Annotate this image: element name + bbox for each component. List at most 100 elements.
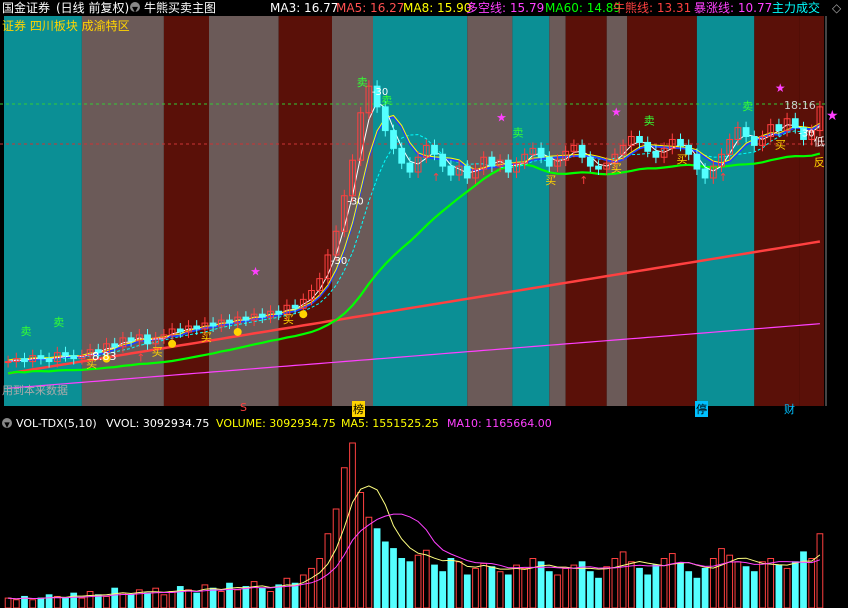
background-band — [467, 16, 513, 406]
candle-body — [176, 328, 184, 333]
candle-body — [791, 118, 799, 129]
candle-body — [652, 150, 660, 158]
volume-bar — [537, 561, 545, 608]
candle-body — [750, 136, 758, 146]
volume-bar — [586, 571, 594, 608]
candle-body — [4, 361, 12, 364]
volume-bar — [554, 574, 561, 608]
volume-chart[interactable] — [0, 432, 848, 608]
candle-body — [439, 153, 447, 167]
volume-bar — [783, 567, 791, 608]
volume-bar — [111, 587, 119, 608]
volume-bar — [431, 564, 438, 608]
candle-body — [693, 153, 701, 170]
background-band — [606, 16, 628, 406]
period-label[interactable]: (日线 前复权) — [56, 1, 129, 15]
candle-body — [398, 147, 406, 164]
volume-bar — [226, 582, 233, 608]
candle-body — [381, 106, 389, 132]
volume-bar — [701, 567, 709, 608]
background-band — [4, 16, 82, 406]
volume-bar — [636, 567, 643, 608]
zhuli-value: 主力成交 — [772, 1, 821, 15]
volume-bar — [119, 592, 127, 608]
candle-body — [504, 159, 512, 173]
volume-bar — [611, 558, 619, 608]
ma8-value: MA8: 15.90 — [403, 1, 472, 15]
candle-body — [701, 168, 709, 179]
volume-bar — [644, 574, 652, 608]
niuxiong-value: 牛熊线: 13.31 — [613, 1, 692, 15]
volume-bar — [201, 584, 209, 608]
sell-signal: 卖 — [513, 127, 524, 140]
event-marker-s[interactable]: S — [240, 401, 247, 414]
volume-bar — [504, 574, 512, 608]
star-icon: ★ — [250, 265, 261, 279]
event-marker-bang[interactable]: 榜 — [352, 401, 365, 417]
candle-body — [62, 352, 69, 357]
volume-bar — [176, 586, 184, 608]
volume-bar — [488, 566, 496, 608]
vol-ma10-value: MA10: 1165664.00 — [447, 417, 552, 430]
background-band — [754, 16, 800, 406]
candle-body — [37, 355, 45, 360]
volume-bar — [103, 595, 110, 608]
volume-bar — [78, 597, 86, 608]
volume-bar — [308, 567, 315, 608]
sell-signal: 卖 — [53, 316, 64, 329]
volume-bar — [529, 558, 537, 608]
candle-body — [193, 325, 201, 330]
candle-body — [463, 165, 471, 179]
neg30-label: -30 — [372, 87, 388, 98]
smile-icon — [233, 327, 242, 336]
background-band — [799, 16, 824, 406]
volume-bar — [340, 467, 348, 608]
volume-bar — [463, 574, 471, 608]
candle-body — [45, 358, 53, 363]
volume-bar — [152, 587, 160, 608]
low-price-label: 8.83 — [92, 350, 117, 363]
volume-bar — [29, 599, 37, 608]
buy-signal: 买 — [677, 153, 688, 166]
volume-bar — [422, 549, 430, 608]
volume-bar — [513, 564, 520, 608]
sell-signal: 卖 — [357, 76, 368, 89]
candle-body — [644, 141, 652, 152]
volume-bar — [4, 597, 12, 608]
arrow-up-icon: ↑ — [136, 352, 145, 365]
price-chart[interactable]: 卖卖卖卖卖卖卖买买买买买买买买-30-30-30-30低反★★ ★★★↑↑ ↑ ↑ — [0, 16, 848, 416]
ma60-value: MA60: 14.89 — [545, 1, 622, 15]
volume-indicator-name[interactable]: VOL-TDX(5,10) — [16, 417, 97, 431]
candle-body — [291, 304, 299, 309]
smile-icon — [299, 310, 308, 319]
background-band — [373, 16, 468, 406]
title-bar: 国金证券 (日线 前复权) ▾ 牛熊买卖主图 MA3: 16.77 MA5: 1… — [0, 0, 848, 16]
volume-bar — [496, 571, 504, 608]
volume-bar — [234, 589, 242, 608]
volume-bar — [357, 492, 365, 608]
collapse-icon[interactable]: ◇ — [832, 1, 841, 15]
event-marker-ting[interactable]: 停 — [695, 401, 708, 417]
buy-signal: 买 — [611, 162, 622, 175]
volume-bar — [160, 594, 168, 608]
indicator-name[interactable]: 牛熊买卖主图 — [144, 1, 216, 15]
volume-bar — [718, 548, 725, 608]
vol-ma5-value: MA5: 1551525.25 — [341, 417, 439, 430]
candle-body — [390, 130, 397, 149]
background-band — [696, 16, 755, 406]
smile-icon — [168, 339, 177, 348]
ma5-value: MA5: 16.27 — [336, 1, 405, 15]
volume-bar — [767, 558, 775, 608]
event-marker-cai[interactable]: 财 — [784, 401, 795, 417]
candle-body — [21, 358, 28, 363]
stock-name[interactable]: 国金证券 — [2, 1, 50, 15]
buy-signal: 买 — [283, 313, 294, 326]
volume-bar — [373, 528, 381, 608]
volume-bar — [652, 564, 660, 608]
star-icon: ★ — [611, 105, 622, 119]
candle-body — [127, 337, 135, 342]
volume-bar — [685, 571, 693, 608]
neg30-label: -30 — [347, 197, 363, 208]
candle-body — [677, 138, 684, 146]
volume-bar — [70, 592, 78, 608]
